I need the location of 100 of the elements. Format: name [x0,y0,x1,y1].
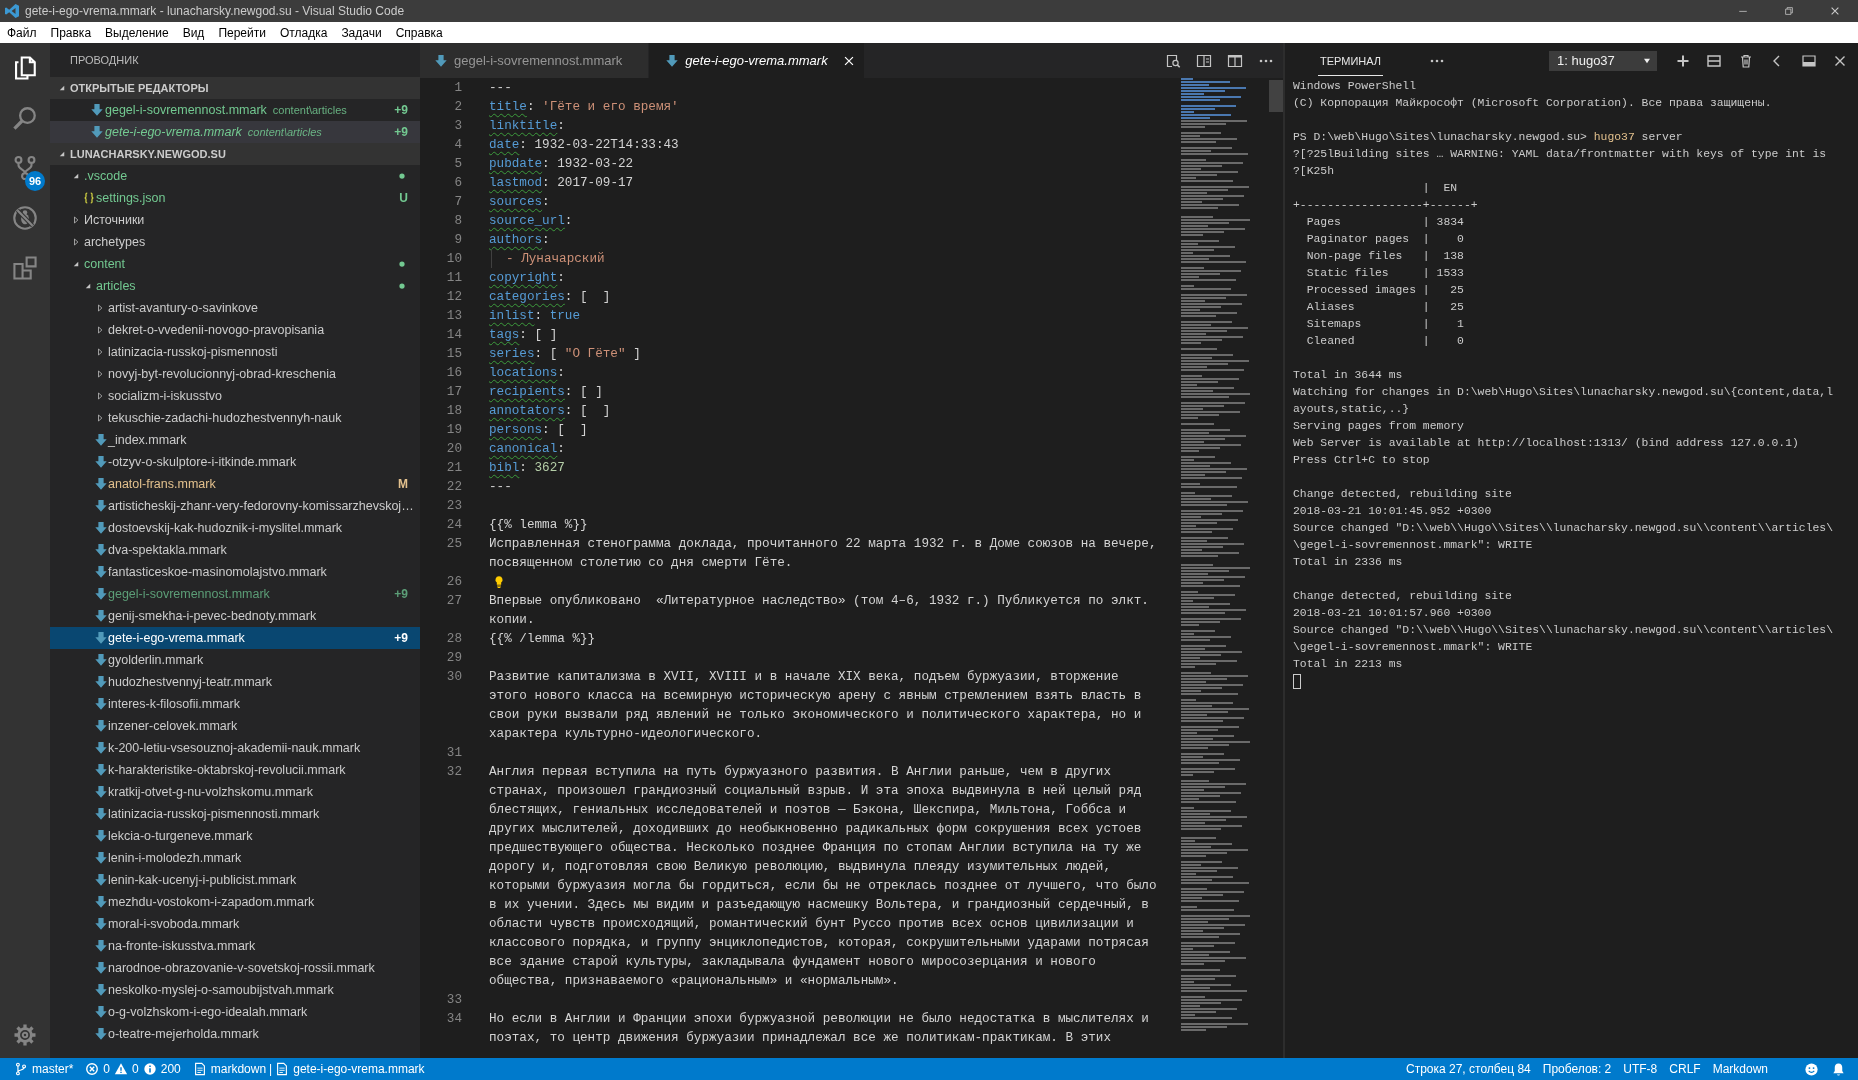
tree-item[interactable]: lenin-i-molodezh.mmark [50,847,420,869]
tree-item[interactable]: content [50,253,420,275]
smiley-icon[interactable] [1804,1061,1819,1077]
tree-item[interactable]: fantasticeskoe-masinomolajstvo.mmark [50,561,420,583]
menu-item[interactable]: Перейти [211,25,273,40]
tree-item[interactable]: narodnoe-obrazovanie-v-sovetskoj-rossii.mmark [50,957,420,979]
tree-item[interactable]: artisticheskij-zhanr-very-fedorovny-komissarzhevskoj… [50,495,420,517]
tree-item[interactable]: novyj-byt-revolucionnyj-obrad-kreschenia [50,363,420,385]
menu-item[interactable]: Отладка [272,25,335,40]
tree-item[interactable]: artist-avantury-o-savinkove [50,297,420,319]
indentation-button[interactable]: Пробелов: 2 [1536,1062,1618,1076]
extensions-icon[interactable] [12,255,38,281]
editor-tab[interactable]: gegel-i-sovremennost.mmark [420,43,650,78]
tree-item[interactable]: moral-i-svoboda.mmark [50,913,420,935]
terminal-line: 2018-03-21 10:01:45.952 +0300 [1293,504,1493,519]
tree-item[interactable]: -otzyv-o-skulptore-i-itkinde.mmark [50,451,420,473]
braces-icon [82,191,96,205]
split-preview-icon[interactable] [1196,52,1212,69]
menu-item[interactable]: Вид [175,25,212,40]
tree-item[interactable]: dostoevskij-kak-hudoznik-i-myslitel.mmark [50,517,420,539]
terminal-line: Source changed "D:\\web\\Hugo\\Sites\\lunacharsky.newgod.su\\content\\articles\ [1293,521,1834,536]
open-editor-item[interactable]: gegel-i-sovremennost.mmark content\articles +9 [50,99,420,121]
bell-icon[interactable] [1831,1061,1846,1077]
branch-icon [14,1062,28,1076]
menu-item[interactable]: Справка [388,25,450,40]
open-editor-item[interactable]: gete-i-ego-vrema.mmark content\articles +9 [50,121,420,143]
menu-item[interactable]: Выделение [98,25,176,40]
files-icon[interactable] [12,55,38,81]
tree-item[interactable]: .vscode [50,165,420,187]
line-number: 6 [453,174,462,192]
terminal-line: Aliases | 25 [1305,300,1465,315]
menu-item[interactable]: Задачи [334,25,389,40]
terminal-tab[interactable]: ТЕРМИНАЛ [1318,45,1384,76]
settings-icon[interactable] [13,1023,37,1047]
tree-item[interactable]: k-harakteristike-oktabrskoj-revolucii.mmark [50,759,420,781]
problem-count: +9 [394,125,408,139]
scrollbar-thumb[interactable] [1269,80,1283,112]
tree-item[interactable]: o-teatre-mejerholda.mmark [50,1023,420,1045]
tree-item[interactable]: gegel-i-sovremennost.mmark +9 [50,583,420,605]
tree-item[interactable]: dva-spektakla.mmark [50,539,420,561]
restore-icon[interactable] [1783,5,1795,17]
tree-item[interactable]: inzener-celovek.mmark [50,715,420,737]
tree-item[interactable]: tekuschie-zadachi-hudozhestvennyh-nauk [50,407,420,429]
code-line: pubdate: 1932-03-22 [489,155,634,173]
problems-button[interactable]: 0 0 200 [79,1062,187,1076]
markdown-file-icon [94,939,108,953]
section-header[interactable]: LUNACHARSKY.NEWGOD.SU [50,143,420,165]
tree-item[interactable]: lenin-kak-ucenyj-i-publicist.mmark [50,869,420,891]
tree-item[interactable]: gete-i-ego-vrema.mmark +9 [50,627,420,649]
tree-item[interactable]: articles [50,275,420,297]
text-line: характера культурно-идеологического. [489,725,763,743]
line-number: 2 [453,98,462,116]
search-icon[interactable] [12,105,38,131]
preview-search-icon[interactable] [1165,52,1181,69]
language-mode-button[interactable]: markdown [186,1062,269,1076]
file-name-button[interactable]: gete-i-ego-vrema.mmark [273,1062,431,1076]
language-button[interactable]: Markdown [1706,1062,1774,1076]
markdown-file-icon [94,917,108,931]
terminal-dropdown[interactable]: 1: hugo37 [1549,50,1657,71]
tree-item[interactable]: genij-smekha-i-pevec-bednoty.mmark [50,605,420,627]
menu-item[interactable]: Файл [0,25,44,40]
cursor-position-button[interactable]: Строка 27, столбец 84 [1400,1062,1537,1076]
tree-item[interactable]: Источники [50,209,420,231]
branch-button[interactable]: master* [8,1062,80,1076]
text-line: других мыслителей, доходивших до необыкновенно радикальных форм сокрушения всех устоев [489,820,1142,838]
tree-item[interactable]: anatol-frans.mmark M [50,473,420,495]
tree-item[interactable]: interes-k-filosofii.mmark [50,693,420,715]
menu-item[interactable]: Правка [43,25,99,40]
tree-item[interactable]: dekret-o-vvedenii-novogo-pravopisania [50,319,420,341]
close-icon[interactable] [1829,5,1841,17]
tree-item[interactable]: latinizacia-russkoj-pismennosti [50,341,420,363]
tree-item[interactable]: latinizacia-russkoj-pismennosti.mmark [50,803,420,825]
tree-item[interactable]: archetypes [50,231,420,253]
encoding-button[interactable]: UTF-8 [1617,1062,1664,1076]
text-line: Англия первая вступила на путь буржуазного развития. В Англии раньше, чем в других [489,763,1112,781]
section-header[interactable]: ОТКРЫТЫЕ РЕДАКТОРЫ [50,77,420,99]
split-icon[interactable] [1706,52,1723,69]
split-editor-icon[interactable] [1227,52,1243,69]
line-ending-button[interactable]: CRLF [1663,1062,1707,1076]
tree-item[interactable]: settings.json U [50,187,420,209]
terminal-line: Source changed "D:\\web\\Hugo\\Sites\\lunacharsky.newgod.su\\content\\articles\ [1293,623,1834,638]
debug-icon[interactable] [12,205,38,231]
tree-item[interactable]: _index.mmark [50,429,420,451]
tree-item[interactable]: k-200-letiu-vsesouznoj-akademii-nauk.mmark [50,737,420,759]
tree-item[interactable]: kratkij-otvet-g-nu-volzhskomu.mmark [50,781,420,803]
editor-tab[interactable]: gete-i-ego-vrema.mmark [649,43,865,78]
line-number: 10 [445,250,462,268]
markdown-file-icon [94,719,108,733]
tree-item[interactable]: gyolderlin.mmark [50,649,420,671]
tree-item[interactable]: o-g-volzhskom-i-ego-idealah.mmark [50,1001,420,1023]
tree-item[interactable]: hudozhestvennyj-teatr.mmark [50,671,420,693]
tree-item[interactable]: neskolko-myslej-o-samoubijstvah.mmark [50,979,420,1001]
code-line: date: 1932-03-22T14:33:43 [489,136,679,154]
tree-item[interactable]: lekcia-o-turgeneve.mmark [50,825,420,847]
markdown-file-icon [94,609,108,623]
tree-item[interactable]: na-fronte-iskusstva.mmark [50,935,420,957]
terminal-line: ayouts,static,..} [1293,402,1411,417]
maximize-panel-icon[interactable] [1800,52,1817,69]
tree-item[interactable]: socializm-i-iskusstvo [50,385,420,407]
tree-item[interactable]: mezhdu-vostokom-i-zapadom.mmark [50,891,420,913]
